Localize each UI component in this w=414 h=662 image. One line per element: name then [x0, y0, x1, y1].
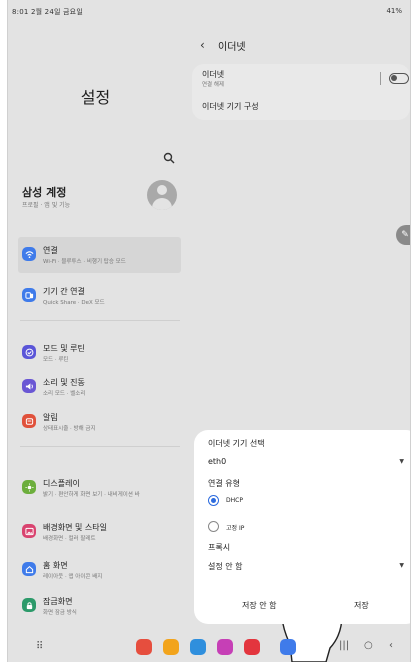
page-title: 설정	[80, 88, 111, 107]
status-time-date: 8:01 2월 24일 금요일	[12, 8, 83, 16]
config-row-title: 이더넷 기기 구성	[202, 102, 259, 111]
menu-item-connected-devices[interactable]: 기기 간 연결 Quick Share · DeX 모드	[18, 278, 181, 314]
devices-icon	[22, 288, 36, 302]
volume-icon	[22, 379, 36, 393]
divider	[20, 320, 180, 321]
dont-save-button[interactable]: 저장 안 함	[242, 600, 277, 611]
menu-label: 소리 및 진동	[43, 378, 85, 387]
menu-sub: 밝기 · 편안하게 화면 보기 · 내비게이션 바	[43, 492, 140, 498]
ethernet-row-title: 이더넷	[202, 70, 225, 79]
device-select[interactable]: eth0 ▼	[208, 454, 406, 472]
apps-grid-icon[interactable]: ⠿	[36, 641, 43, 652]
edge-panel-handle[interactable]: ✎	[396, 225, 410, 245]
back-button[interactable]: ‹	[200, 38, 205, 52]
radio-static-ip-label[interactable]: 고정 IP	[226, 523, 244, 532]
app-icon-1[interactable]	[136, 639, 152, 655]
battery-level: 41%	[386, 7, 402, 15]
menu-item-display[interactable]: 디스플레이 밝기 · 편안하게 화면 보기 · 내비게이션 바	[18, 470, 181, 506]
proxy-select[interactable]: 설정 안 함 ▼	[208, 558, 406, 576]
search-icon[interactable]	[163, 152, 175, 164]
menu-sub: 화면 잠금 방식	[43, 610, 77, 616]
menu-sub: Quick Share · DeX 모드	[43, 300, 105, 306]
app-icon-4[interactable]	[217, 639, 233, 655]
menu-label: 알림	[43, 413, 58, 422]
menu-sub: 모드 · 루틴	[43, 357, 69, 363]
ethernet-card: 이더넷 연결 해제 이더넷 기기 구성	[192, 64, 410, 120]
menu-label: 배경화면 및 스타일	[43, 523, 107, 532]
avatar	[147, 180, 177, 210]
proxy-label: 프록시	[208, 543, 231, 552]
lock-icon	[22, 598, 36, 612]
menu-item-notifications[interactable]: 알림 상태표시줄 · 방해 금지	[18, 404, 181, 440]
menu-sub: 레이아웃 · 앱 아이콘 배지	[43, 574, 103, 580]
proxy-select-value: 설정 안 함	[208, 562, 243, 571]
menu-item-modes-routines[interactable]: 모드 및 루틴 모드 · 루틴	[18, 335, 181, 371]
taskbar: ⠿ ||| ○ ‹	[8, 632, 410, 662]
wifi-icon	[22, 247, 36, 261]
dropdown-arrow-icon: ▼	[399, 562, 404, 569]
menu-label: 잠금화면	[43, 597, 73, 606]
menu-label: 디스플레이	[43, 479, 80, 488]
settings-list-pane: 설정 삼성 계정 프로필 · 앱 및 기능 연결 Wi-Fi · 블루투스 · …	[8, 22, 183, 632]
home-icon	[22, 562, 36, 576]
menu-label: 홈 화면	[43, 561, 68, 570]
detail-title: 이더넷	[218, 42, 246, 53]
menu-item-home-screen[interactable]: 홈 화면 레이아웃 · 앱 아이콘 배지	[18, 552, 181, 588]
menu-item-connections[interactable]: 연결 Wi-Fi · 블루투스 · 비행기 탑승 모드	[18, 237, 181, 273]
ethernet-row-status: 연결 해제	[202, 82, 224, 88]
menu-label: 연결	[43, 246, 58, 255]
account-name: 삼성 계정	[22, 186, 67, 199]
app-icon-5[interactable]	[244, 639, 260, 655]
status-bar: 8:01 2월 24일 금요일 41%	[8, 0, 410, 22]
menu-sub: 상태표시줄 · 방해 금지	[43, 426, 96, 432]
bell-icon	[22, 414, 36, 428]
menu-label: 모드 및 루틴	[43, 344, 85, 353]
toggle-divider	[380, 72, 381, 85]
menu-item-sound[interactable]: 소리 및 진동 소리 모드 · 벨소리	[18, 369, 181, 405]
home-button[interactable]: ○	[364, 640, 373, 651]
sun-icon	[22, 480, 36, 494]
menu-item-wallpaper[interactable]: 배경화면 및 스타일 배경화면 · 컬러 팔레트	[18, 514, 181, 550]
menu-sub: 소리 모드 · 벨소리	[43, 391, 86, 397]
radio-static-ip[interactable]	[208, 521, 219, 532]
save-button[interactable]: 저장	[354, 600, 369, 611]
dialog-buttons: 저장 안 함 저장	[194, 600, 410, 618]
device-screen: 8:01 2월 24일 금요일 41% 설정 삼성 계정 프로필 · 앱 및 기…	[7, 0, 411, 662]
account-sub: 프로필 · 앱 및 기능	[22, 202, 71, 209]
ethernet-config-row[interactable]: 이더넷 기기 구성	[192, 92, 410, 120]
ethernet-device-dialog: 이더넷 기기 선택 eth0 ▼ 연결 유형 DHCP 고정 IP 프록시 설정…	[194, 430, 410, 624]
image-icon	[22, 524, 36, 538]
app-icon-3[interactable]	[190, 639, 206, 655]
divider	[20, 446, 180, 447]
ethernet-toggle-row[interactable]: 이더넷 연결 해제	[192, 64, 410, 92]
recents-button[interactable]: |||	[339, 640, 349, 651]
menu-sub: Wi-Fi · 블루투스 · 비행기 탑승 모드	[43, 259, 126, 265]
menu-sub: 배경화면 · 컬러 팔레트	[43, 536, 96, 542]
radio-dhcp-label[interactable]: DHCP	[226, 497, 243, 504]
back-nav-button[interactable]: ‹	[389, 640, 393, 651]
dropdown-arrow-icon: ▼	[399, 458, 404, 465]
menu-label: 기기 간 연결	[43, 287, 85, 296]
conn-type-label: 연결 유형	[208, 479, 240, 488]
radio-dhcp[interactable]	[208, 495, 219, 506]
dialog-title: 이더넷 기기 선택	[208, 439, 265, 448]
samsung-account[interactable]: 삼성 계정 프로필 · 앱 및 기능	[22, 180, 183, 222]
menu-item-lock-screen[interactable]: 잠금화면 화면 잠금 방식	[18, 588, 181, 624]
device-select-value: eth0	[208, 457, 227, 466]
app-icon-2[interactable]	[163, 639, 179, 655]
check-icon	[22, 345, 36, 359]
app-icon-6[interactable]	[280, 639, 296, 655]
ethernet-toggle[interactable]	[389, 73, 409, 84]
